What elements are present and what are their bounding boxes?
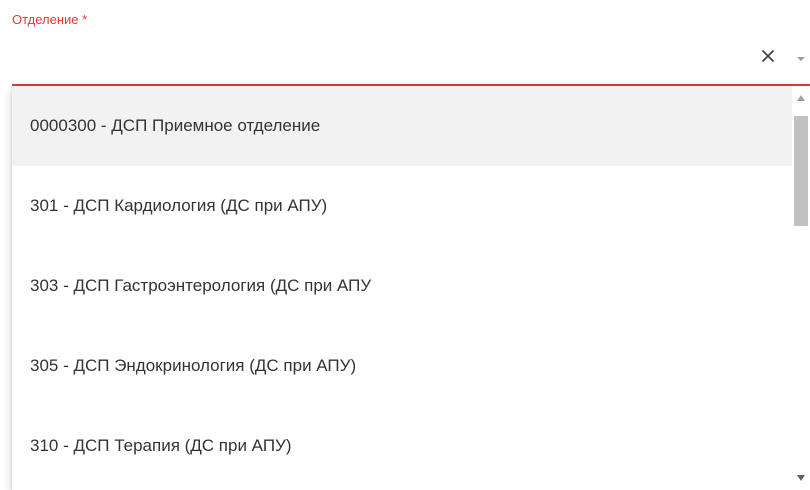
department-select-input[interactable] <box>12 32 810 84</box>
dropdown-option[interactable]: 310 - ДСП Терапия (ДС при АПУ) <box>12 406 792 486</box>
caret-down-icon[interactable] <box>792 54 810 64</box>
field-label: Отделение * <box>12 12 88 27</box>
dropdown-option[interactable]: 301 - ДСП Кардиология (ДС при АПУ) <box>12 166 792 246</box>
scroll-down-arrow-icon[interactable] <box>796 474 806 482</box>
dropdown-list: 0000300 - ДСП Приемное отделение 301 - Д… <box>12 86 810 490</box>
scrollbar[interactable] <box>792 86 810 490</box>
close-icon[interactable] <box>754 42 782 70</box>
dropdown-option[interactable]: 0000300 - ДСП Приемное отделение <box>12 86 792 166</box>
dropdown-option[interactable]: 305 - ДСП Эндокринология (ДС при АПУ) <box>12 326 792 406</box>
scroll-up-arrow-icon[interactable] <box>796 94 806 102</box>
dropdown-option[interactable]: 303 - ДСП Гастроэнтерология (ДС при АПУ <box>12 246 792 326</box>
scrollbar-thumb[interactable] <box>794 116 808 226</box>
